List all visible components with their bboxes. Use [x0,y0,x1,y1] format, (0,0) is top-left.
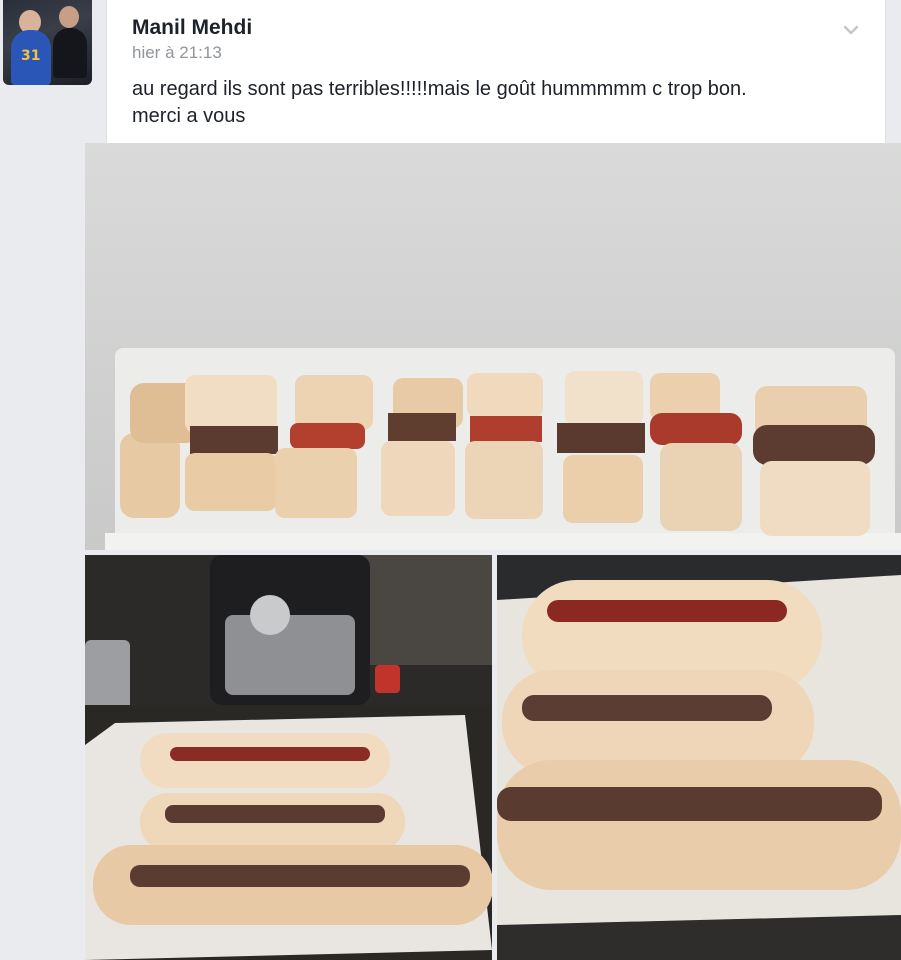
post-text: au regard ils sont pas terribles!!!!!mai… [132,76,872,130]
author-avatar[interactable]: 31 [3,0,92,85]
post-card: Manil Mehdi hier à 21:13 au regard ils s… [106,0,886,143]
filled-pastry-logs-photo[interactable] [497,555,901,960]
post-text-line: merci a vous [132,105,246,127]
avatar-child2-body [53,28,87,78]
baking-tray-pastries-photo[interactable] [85,555,492,960]
post-text-line: au regard ils sont pas terribles!!!!!mai… [132,78,747,100]
sliced-pastry-rolls-photo[interactable] [85,143,901,550]
avatar-jersey-number: 31 [21,48,41,64]
chevron-down-icon[interactable] [843,22,859,38]
avatar-child2-head [59,6,79,28]
post-timestamp[interactable]: hier à 21:13 [132,43,222,63]
author-name[interactable]: Manil Mehdi [132,16,252,40]
